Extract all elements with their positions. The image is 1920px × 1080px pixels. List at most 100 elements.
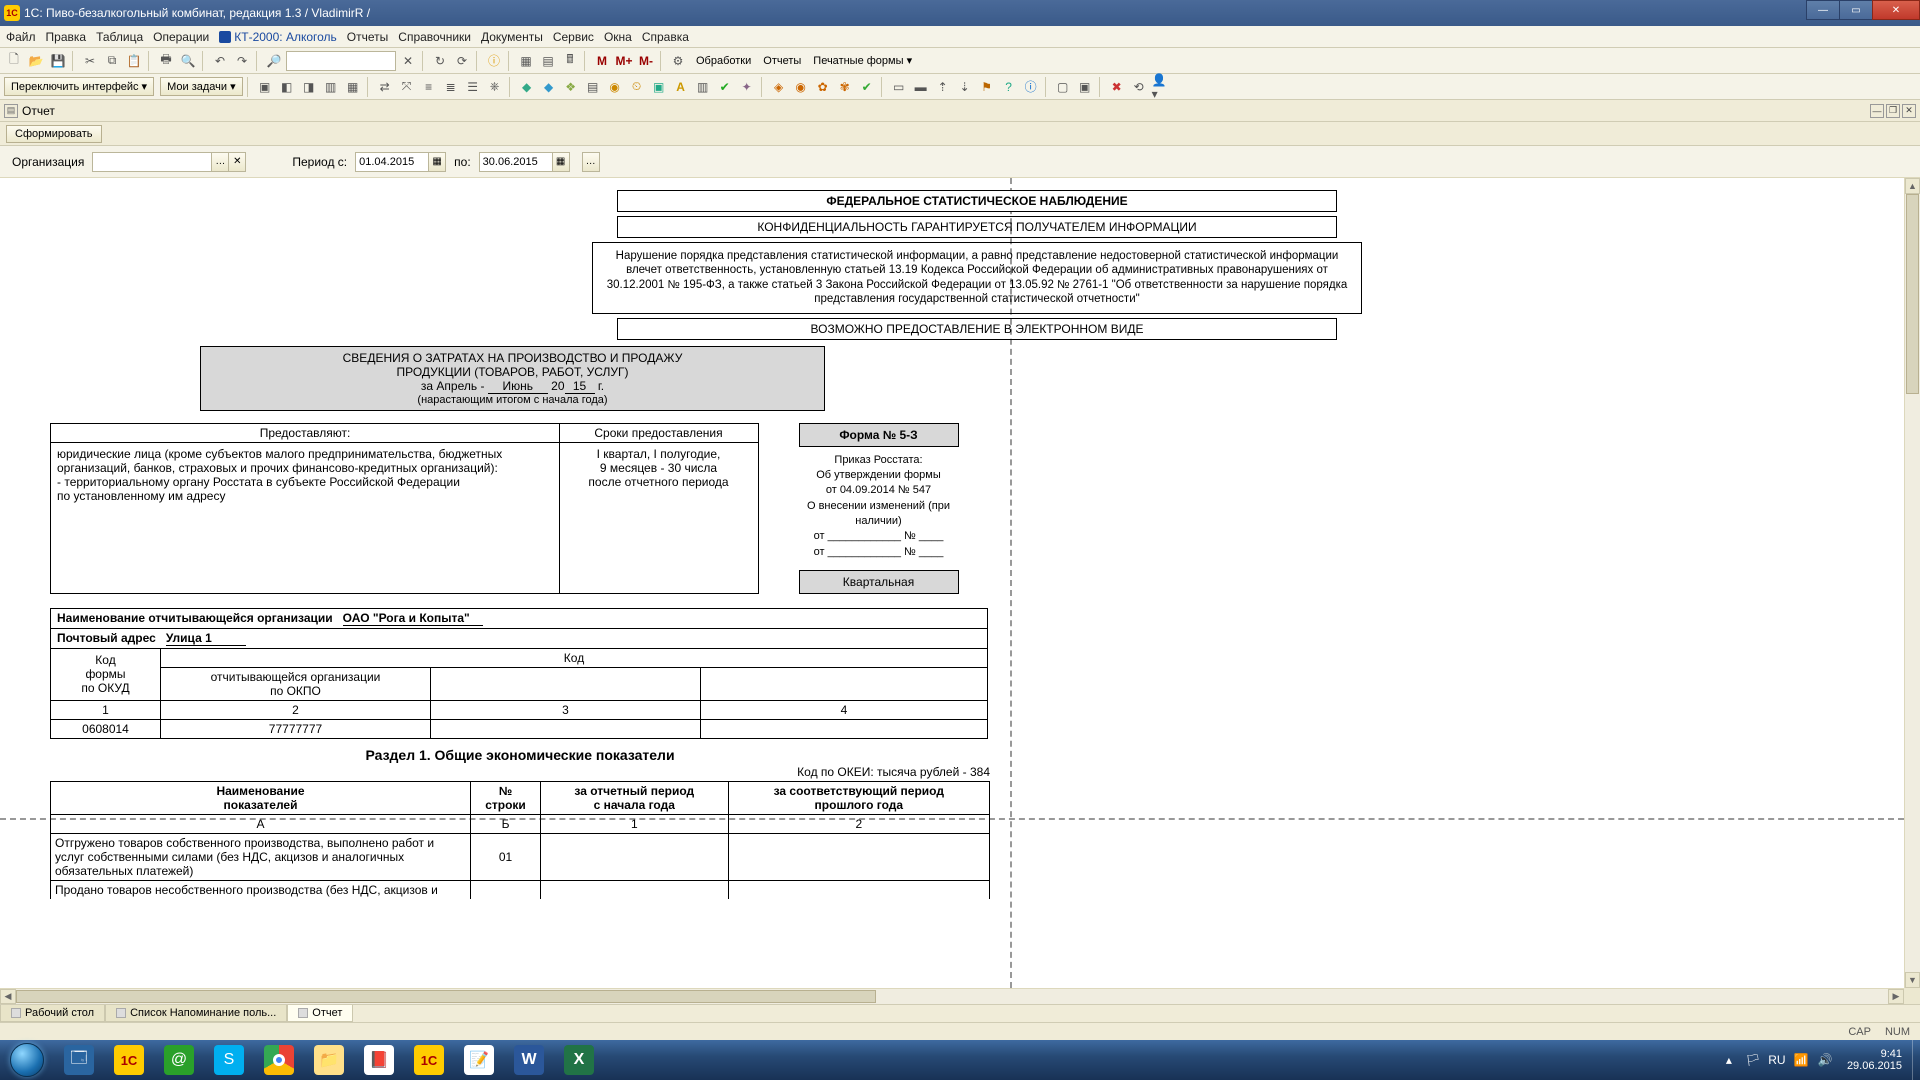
t2-31-icon[interactable]: ⇣ (955, 77, 975, 97)
copy-icon[interactable]: ⧉ (102, 51, 122, 71)
organization-input[interactable] (92, 152, 212, 172)
org-select-icon[interactable]: … (211, 152, 229, 172)
t2-12-icon[interactable]: ◆ (517, 77, 537, 97)
date-from-calendar-icon[interactable]: ▦ (428, 152, 446, 172)
search-icon[interactable]: 🔎 (264, 51, 284, 71)
task-explorer[interactable]: 🗔 (55, 1041, 103, 1079)
lbl-printforms[interactable]: Печатные формы ▾ (813, 54, 912, 67)
open-icon[interactable]: 📂 (26, 51, 46, 71)
t2-23-icon[interactable]: ◈ (769, 77, 789, 97)
date-to-input[interactable] (479, 152, 553, 172)
t2-17-icon[interactable]: ⏲ (627, 77, 647, 97)
vertical-scrollbar[interactable]: ▲ ▼ (1904, 178, 1920, 988)
wintab-desktop[interactable]: Рабочий стол (0, 1005, 105, 1022)
t2-19-icon[interactable]: A (671, 77, 691, 97)
calc-icon[interactable]: 🖩 (560, 51, 580, 71)
tray-network-icon[interactable]: 📶 (1792, 1051, 1810, 1069)
t2-36-icon[interactable]: ▣ (1075, 77, 1095, 97)
date-from-input[interactable] (355, 152, 429, 172)
clear-search-icon[interactable]: ✕ (398, 51, 418, 71)
tray-sound-icon[interactable]: 🔊 (1816, 1051, 1834, 1069)
print-icon[interactable]: 🖶 (156, 51, 176, 71)
task-excel[interactable]: X (555, 1041, 603, 1079)
task-word[interactable]: W (505, 1041, 553, 1079)
grid-icon[interactable]: ▦ (516, 51, 536, 71)
t2-06-icon[interactable]: ⇄ (375, 77, 395, 97)
org-clear-icon[interactable]: ✕ (228, 152, 246, 172)
build-button[interactable]: Сформировать (6, 125, 102, 143)
tray-flag-icon[interactable]: 🏳 (1744, 1051, 1762, 1069)
refresh-icon[interactable]: ↻ (430, 51, 450, 71)
nav-icon[interactable]: ⟳ (452, 51, 472, 71)
t2-14-icon[interactable]: ❖ (561, 77, 581, 97)
menu-operations[interactable]: Операции (153, 30, 209, 44)
menu-windows[interactable]: Окна (604, 30, 632, 44)
task-notepad[interactable]: 📝 (455, 1041, 503, 1079)
tray-clock[interactable]: 9:41 29.06.2015 (1837, 1048, 1912, 1072)
t2-10-icon[interactable]: ☰ (463, 77, 483, 97)
horizontal-scrollbar[interactable]: ◀ ▶ (0, 988, 1904, 1004)
t2-09-icon[interactable]: ≣ (441, 77, 461, 97)
scroll-up-icon[interactable]: ▲ (1905, 178, 1920, 194)
vscroll-thumb[interactable] (1906, 194, 1919, 394)
t2-15-icon[interactable]: ▤ (583, 77, 603, 97)
window-close[interactable]: ✕ (1872, 0, 1920, 20)
t2-08-icon[interactable]: ≡ (419, 77, 439, 97)
t2-11-icon[interactable]: ⎈ (485, 77, 505, 97)
menu-service[interactable]: Сервис (553, 30, 594, 44)
date-to-calendar-icon[interactable]: ▦ (552, 152, 570, 172)
t2-32-icon[interactable]: ⚑ (977, 77, 997, 97)
mem-mplus[interactable]: M+ (614, 51, 634, 71)
start-button[interactable] (0, 1040, 54, 1080)
borders-icon[interactable]: ▤ (538, 51, 558, 71)
t2-delete-icon[interactable]: ✖ (1107, 77, 1127, 97)
t2-16-icon[interactable]: ◉ (605, 77, 625, 97)
undo-icon[interactable]: ↶ (210, 51, 230, 71)
cut-icon[interactable]: ✂ (80, 51, 100, 71)
menu-table[interactable]: Таблица (96, 30, 143, 44)
lbl-reports[interactable]: Отчеты (763, 55, 801, 67)
t2-13-icon[interactable]: ◆ (539, 77, 559, 97)
t2-01-icon[interactable]: ▣ (255, 77, 275, 97)
mem-m[interactable]: M (592, 51, 612, 71)
menu-file[interactable]: Файл (6, 30, 36, 44)
t2-25-icon[interactable]: ✿ (813, 77, 833, 97)
t2-03-icon[interactable]: ◨ (299, 77, 319, 97)
t2-27-icon[interactable]: ✔ (857, 77, 877, 97)
t2-37-icon[interactable]: ⟲ (1129, 77, 1149, 97)
document-tab-title[interactable]: Отчет (22, 104, 55, 118)
menu-documents[interactable]: Документы (481, 30, 543, 44)
menu-kt2000[interactable]: КТ-2000: Алкоголь (219, 30, 337, 44)
t2-29-icon[interactable]: ▬ (911, 77, 931, 97)
search-input[interactable] (286, 51, 396, 71)
save-icon[interactable]: 💾 (48, 51, 68, 71)
mem-mminus[interactable]: M- (636, 51, 656, 71)
menu-edit[interactable]: Правка (46, 30, 87, 44)
wintab-report[interactable]: Отчет (287, 1005, 353, 1022)
lbl-processing[interactable]: Обработки (696, 55, 751, 67)
t2-33-icon[interactable]: ? (999, 77, 1019, 97)
t2-20-icon[interactable]: ▥ (693, 77, 713, 97)
t2-18-icon[interactable]: ▣ (649, 77, 669, 97)
t2-02-icon[interactable]: ◧ (277, 77, 297, 97)
task-skype[interactable]: S (205, 1041, 253, 1079)
scroll-down-icon[interactable]: ▼ (1905, 972, 1920, 988)
t2-05-icon[interactable]: ▦ (343, 77, 363, 97)
window-minimize[interactable]: — (1806, 0, 1840, 20)
t2-34-icon[interactable]: ⓘ (1021, 77, 1041, 97)
t2-26-icon[interactable]: ✾ (835, 77, 855, 97)
t2-04-icon[interactable]: ▥ (321, 77, 341, 97)
task-files[interactable]: 📁 (305, 1041, 353, 1079)
t2-21-icon[interactable]: ✔ (715, 77, 735, 97)
help-icon[interactable]: ⓘ (484, 51, 504, 71)
scroll-left-icon[interactable]: ◀ (0, 989, 16, 1004)
t2-30-icon[interactable]: ⇡ (933, 77, 953, 97)
task-1c-b[interactable]: 1C (405, 1041, 453, 1079)
preview-icon[interactable]: 🔍 (178, 51, 198, 71)
menu-catalogs[interactable]: Справочники (398, 30, 471, 44)
new-icon[interactable]: 🗋 (4, 51, 24, 71)
t2-24-icon[interactable]: ◉ (791, 77, 811, 97)
t2-28-icon[interactable]: ▭ (889, 77, 909, 97)
tool-a-icon[interactable]: ⚙ (668, 51, 688, 71)
tray-up-icon[interactable]: ▴ (1720, 1051, 1738, 1069)
